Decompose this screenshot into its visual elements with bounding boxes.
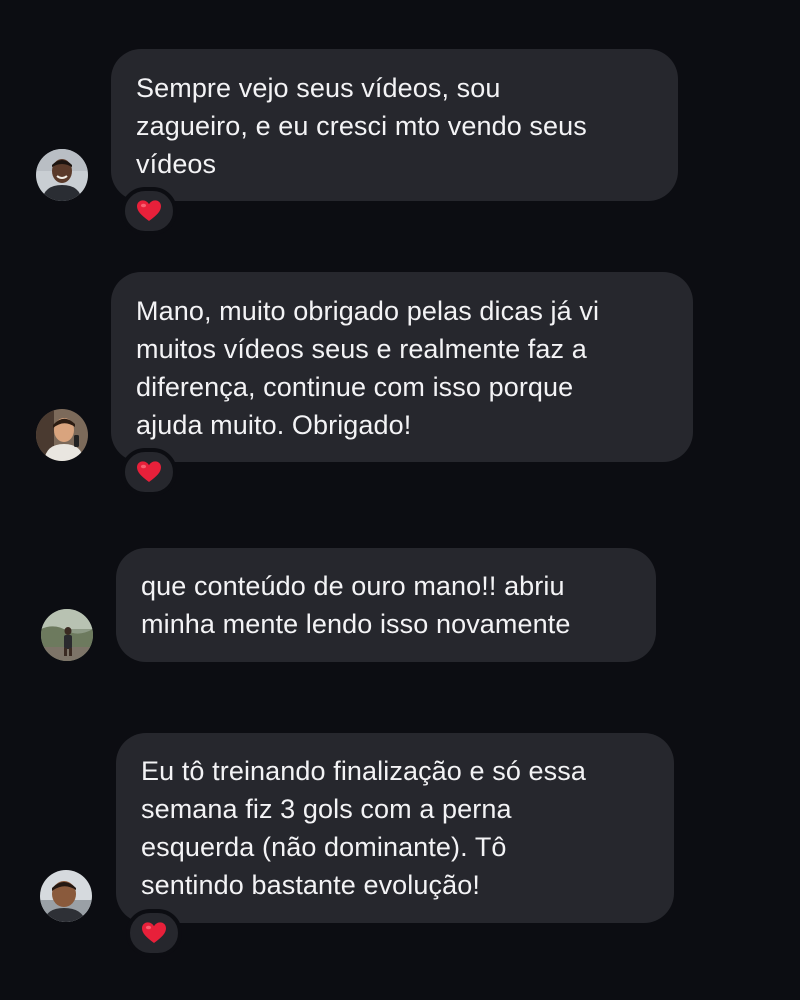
message-thread: Sempre vejo seus vídeos, sou zagueiro, e… bbox=[0, 0, 800, 1000]
message-bubble[interactable]: Eu tô treinando finalização e só essa se… bbox=[116, 733, 674, 923]
heart-icon bbox=[137, 200, 161, 221]
avatar[interactable] bbox=[36, 409, 88, 461]
avatar[interactable] bbox=[41, 609, 93, 661]
message-bubble[interactable]: Mano, muito obrigado pelas dicas já vi m… bbox=[111, 272, 693, 462]
message-bubble[interactable]: que conteúdo de ouro mano!! abriu minha … bbox=[116, 548, 656, 662]
heart-icon bbox=[137, 461, 161, 482]
message-bubble[interactable]: Sempre vejo seus vídeos, sou zagueiro, e… bbox=[111, 49, 678, 201]
reaction-badge[interactable] bbox=[126, 909, 182, 957]
avatar[interactable] bbox=[36, 149, 88, 201]
reaction-badge[interactable] bbox=[121, 187, 177, 235]
heart-icon bbox=[142, 922, 166, 943]
avatar[interactable] bbox=[40, 870, 92, 922]
reaction-badge[interactable] bbox=[121, 448, 177, 496]
